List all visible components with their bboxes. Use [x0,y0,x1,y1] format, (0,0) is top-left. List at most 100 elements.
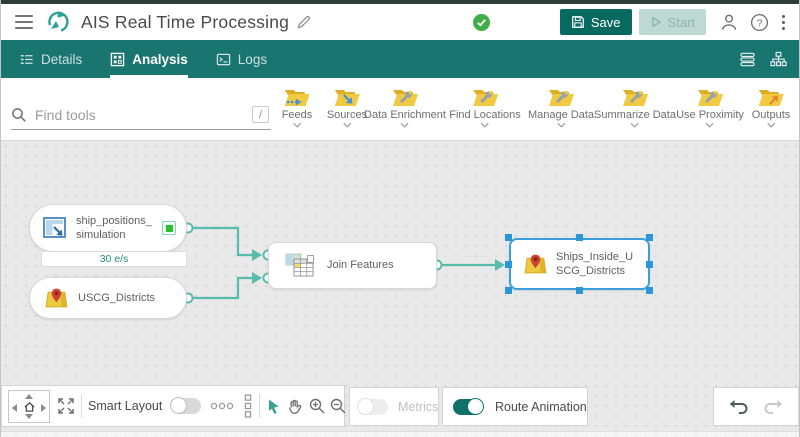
model-hierarchy-icon[interactable] [770,51,787,68]
model-canvas[interactable]: ship_positions_simulation 30 e/s USCG_Di… [1,141,799,437]
selection-handle-e[interactable] [646,261,653,268]
tab-analysis-label: Analysis [132,51,188,67]
chevron-down-icon [766,122,776,128]
pan-left-icon[interactable] [12,403,17,412]
category-outputs[interactable]: Outputs [751,86,791,128]
chevron-down-icon [480,122,490,128]
layer-stack-icon[interactable] [739,51,756,68]
outputs-folder-icon [759,90,784,106]
node-label: ship_positions_simulation [76,214,152,241]
node-feed-ship-positions[interactable]: ship_positions_simulation [29,204,187,252]
help-icon[interactable]: ? [750,13,769,32]
tool-folder-icon [622,90,648,106]
pan-navigator[interactable] [8,389,50,423]
tab-logs-label: Logs [237,51,268,67]
analysis-icon [111,52,125,66]
selection-handle-nw[interactable] [505,234,512,241]
node-label: USCG_Districts [78,291,156,304]
find-tools-search: / [11,100,271,130]
hamburger-menu-icon[interactable] [15,15,33,29]
pan-up-icon[interactable] [25,393,33,399]
tab-details[interactable]: Details [19,40,82,78]
app-window: AIS Real Time Processing Save Start ? De… [0,0,800,437]
zoom-in-icon[interactable] [308,397,326,415]
node-output-ships-inside-uscg[interactable]: Ships_Inside_USCG_Districts [509,238,650,290]
category-find-locations[interactable]: Find Locations [449,86,521,128]
toolbox-bar: / Feeds Sources [1,78,799,141]
pan-hand-icon[interactable] [287,398,303,415]
category-label: Manage Data [527,109,595,121]
node-tool-join-features[interactable]: Join Features [268,242,437,289]
tabbar-right-actions [739,40,787,78]
chevron-down-icon [556,122,566,128]
select-cursor-icon[interactable] [266,398,282,415]
svg-text:?: ? [757,18,763,29]
map-pin-icon [524,254,547,273]
canvas-toolbar: Smart Layout [1,385,360,427]
pan-right-icon[interactable] [41,403,46,412]
selection-handle-sw[interactable] [505,287,512,294]
zoom-out-icon[interactable] [329,397,347,415]
category-data-enrichment[interactable]: Data Enrichment [364,86,446,128]
page-title: AIS Real Time Processing [81,11,290,32]
tab-analysis[interactable]: Analysis [110,40,188,78]
feed-icon [43,217,66,238]
category-summarize-data[interactable]: Summarize Data [594,86,676,128]
account-icon[interactable] [719,12,739,32]
canvas-scrollbar-track[interactable] [1,431,799,437]
connection-feed-join[interactable] [188,226,252,257]
edit-title-icon[interactable] [296,14,312,30]
node-source-uscg-districts[interactable]: USCG_Districts [29,277,187,319]
category-sources[interactable]: Sources [327,86,367,128]
tab-details-label: Details [41,51,83,67]
validation-check-icon [472,13,490,31]
category-label: Summarize Data [594,109,676,121]
chevron-down-icon [292,122,302,128]
search-icon [12,107,26,122]
category-label: Outputs [751,109,791,121]
save-floppy-icon [572,16,584,28]
category-manage-data[interactable]: Manage Data [528,86,594,128]
save-button[interactable]: Save [559,9,632,35]
smart-layout-toggle[interactable] [170,397,202,414]
divider [81,394,82,418]
category-label: Data Enrichment [364,109,446,121]
vertical-layout-icon[interactable] [243,394,253,418]
undo-redo-panel [713,387,799,426]
redo-icon [764,399,783,414]
search-input[interactable] [35,106,252,123]
category-use-proximity[interactable]: Use Proximity [676,86,744,128]
start-button[interactable]: Start [638,9,706,35]
arrowhead [252,272,262,284]
tool-folder-icon [393,90,418,106]
home-icon[interactable] [24,401,35,412]
category-label: Sources [326,109,368,121]
details-icon [20,54,33,64]
tool-folder-icon [472,90,498,106]
feeds-folder-icon [284,90,310,106]
pan-down-icon[interactable] [25,413,33,419]
sources-folder-icon [334,90,360,106]
metrics-toggle[interactable] [357,397,388,415]
arrowhead [495,259,505,271]
route-animation-toggle[interactable] [453,397,484,415]
overflow-menu-icon[interactable] [780,13,787,32]
save-button-label: Save [590,14,621,30]
selection-handle-w[interactable] [505,261,512,268]
tab-logs[interactable]: Logs [216,40,267,78]
selection-handle-n[interactable] [576,234,583,241]
connection-source-join[interactable] [188,276,252,300]
selection-handle-ne[interactable] [646,234,653,241]
join-features-icon [285,253,314,277]
velocity-logo-icon [48,11,69,32]
undo-icon[interactable] [728,397,749,417]
tool-folder-icon [698,90,723,106]
map-pin-icon [45,288,68,307]
zoom-to-fit-icon[interactable] [57,397,75,415]
selection-handle-se[interactable] [646,287,653,294]
chevron-down-icon [400,122,410,128]
horizontal-layout-icon[interactable] [210,401,234,411]
category-feeds[interactable]: Feeds [282,86,312,128]
running-status-indicator [162,221,176,235]
selection-handle-s[interactable] [576,287,583,294]
